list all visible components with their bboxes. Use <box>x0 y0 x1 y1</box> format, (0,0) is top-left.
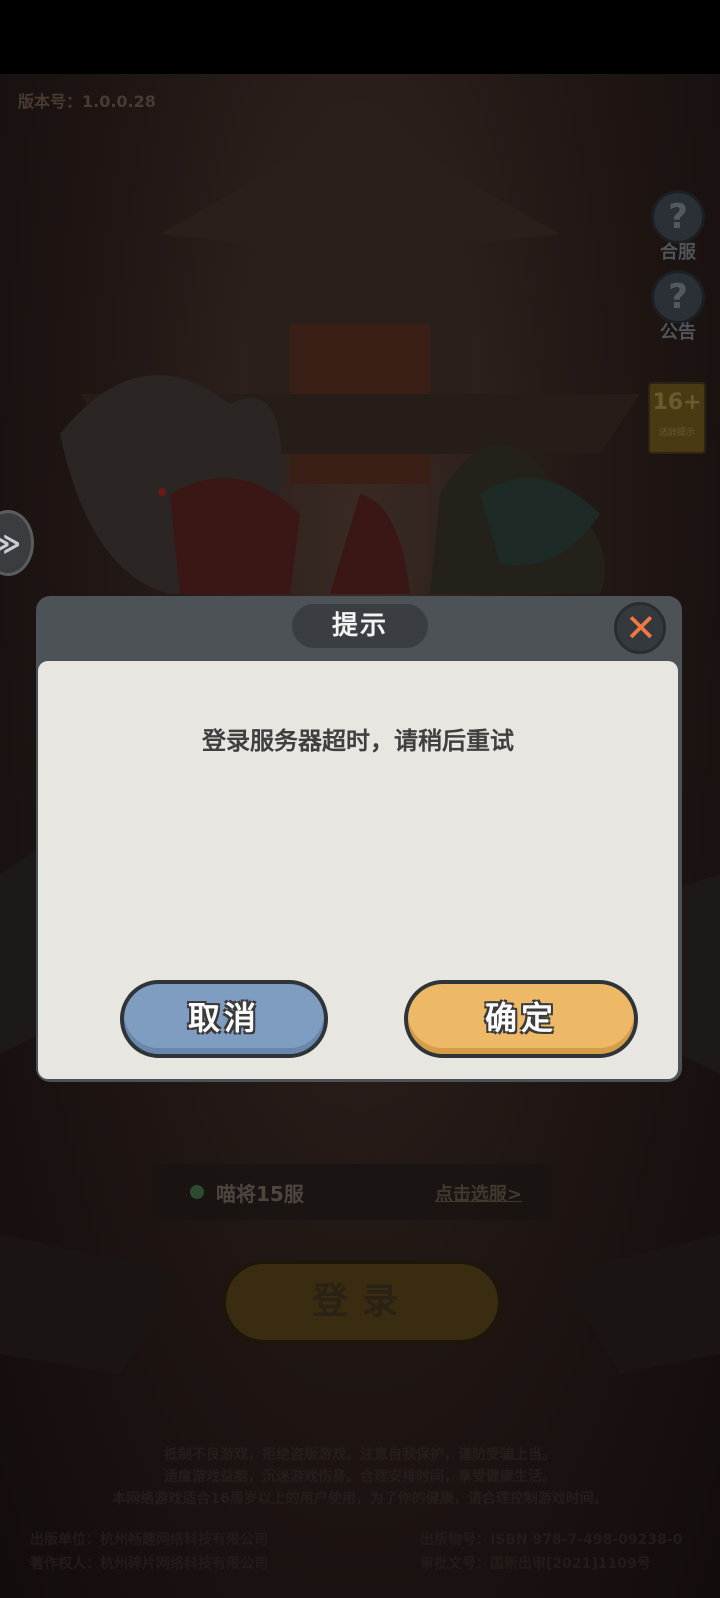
dialog-title-text: 提示 <box>331 611 388 641</box>
health-notice: 抵制不良游戏，拒绝盗版游戏。注意自我保护，谨防受骗上当。 适度游戏益脑，沉迷游戏… <box>0 1444 720 1510</box>
server-name: 喵将15服 <box>216 1182 304 1206</box>
age-rating-badge[interactable]: 16+ 适龄提示 <box>648 382 706 454</box>
login-button[interactable]: 登录 <box>222 1260 502 1344</box>
publisher-info-right: 出版物号：ISBN 978-7-498-09238-0 审批文号：国新出审[20… <box>420 1528 682 1576</box>
merge-server-label: 合服 <box>660 242 696 263</box>
question-icon: ? <box>651 270 705 324</box>
isbn-line: 出版物号：ISBN 978-7-498-09238-0 <box>420 1532 683 1548</box>
cancel-button-label: 取消 <box>187 999 260 1037</box>
publisher-info-left: 出版单位：杭州畅趣网络科技有限公司 著作权人：杭州碎片网络科技有限公司 <box>30 1528 268 1576</box>
close-icon: ✕ <box>625 606 657 650</box>
dialog-message: 登录服务器超时，请稍后重试 <box>202 727 514 755</box>
double-chevron-right-icon: ≫ <box>0 527 21 560</box>
age-rating-label: 适龄提示 <box>658 428 695 438</box>
close-button[interactable]: ✕ <box>614 602 666 654</box>
health-notice-line: 适度游戏益脑，沉迷游戏伤身。合理安排时间，享受健康生活。 <box>164 1469 556 1485</box>
publisher-line: 出版单位：杭州畅趣网络科技有限公司 <box>30 1532 268 1548</box>
cancel-button[interactable]: 取消 <box>120 980 328 1058</box>
select-server-link[interactable]: 点击选服> <box>435 1180 522 1206</box>
approval-line: 审批文号：国新出审[2021]1109号 <box>420 1556 651 1572</box>
dialog-title: 提示 <box>292 604 428 648</box>
merge-server-button[interactable]: ? 合服 <box>646 190 710 264</box>
status-bar <box>0 0 720 74</box>
health-notice-line: 本网络游戏适合16周岁以上的用户使用，为了你的健康，请合理控制游戏时间。 <box>112 1491 608 1507</box>
copyright-line: 著作权人：杭州碎片网络科技有限公司 <box>30 1556 268 1572</box>
version-label: 版本号：1.0.0.28 <box>18 92 156 111</box>
confirm-button-label: 确定 <box>484 999 557 1037</box>
announcement-button[interactable]: ? 公告 <box>646 270 710 344</box>
age-rating-number: 16+ <box>652 390 702 415</box>
health-notice-line: 抵制不良游戏，拒绝盗版游戏。注意自我保护，谨防受骗上当。 <box>164 1447 556 1463</box>
login-button-label: 登录 <box>311 1281 412 1322</box>
confirm-button[interactable]: 确定 <box>404 980 638 1058</box>
server-selector[interactable]: 喵将15服 点击选服> <box>152 1164 552 1220</box>
announcement-label: 公告 <box>660 322 696 343</box>
question-icon: ? <box>651 190 705 244</box>
server-status-dot <box>190 1185 204 1199</box>
